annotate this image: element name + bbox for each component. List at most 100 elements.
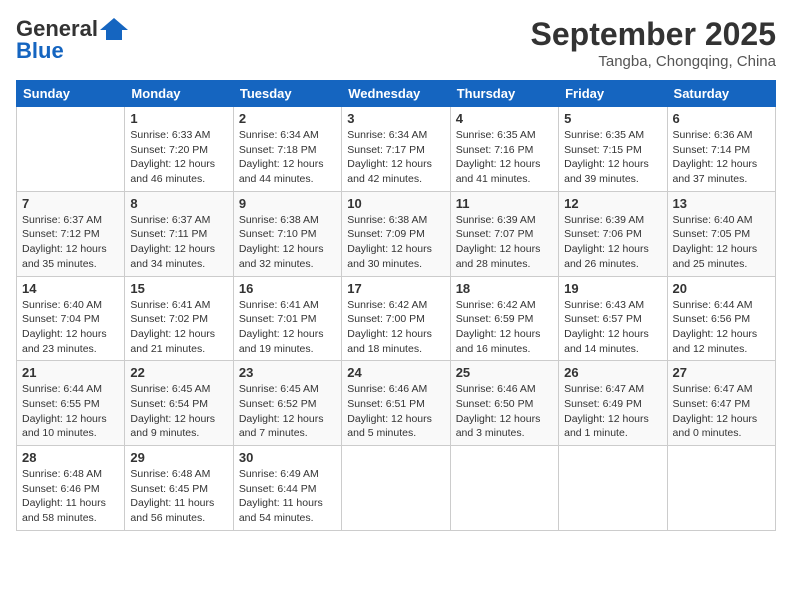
day-number: 11 <box>456 196 553 211</box>
calendar-cell: 19 Sunrise: 6:43 AMSunset: 6:57 PMDayligh… <box>559 276 667 361</box>
calendar-cell: 15 Sunrise: 6:41 AMSunset: 7:02 PMDayligh… <box>125 276 233 361</box>
day-info: Sunrise: 6:38 AMSunset: 7:10 PMDaylight:… <box>239 213 336 272</box>
day-info: Sunrise: 6:48 AMSunset: 6:45 PMDaylight:… <box>130 467 227 526</box>
logo-icon <box>100 18 128 40</box>
day-number: 15 <box>130 281 227 296</box>
day-info: Sunrise: 6:47 AMSunset: 6:49 PMDaylight:… <box>564 382 661 441</box>
day-number: 22 <box>130 365 227 380</box>
day-info: Sunrise: 6:40 AMSunset: 7:04 PMDaylight:… <box>22 298 119 357</box>
day-info: Sunrise: 6:37 AMSunset: 7:11 PMDaylight:… <box>130 213 227 272</box>
calendar-cell: 5Sunrise: 6:35 AMSunset: 7:15 PMDaylight… <box>559 107 667 192</box>
calendar-cell: 21 Sunrise: 6:44 AMSunset: 6:55 PMDayligh… <box>17 361 125 446</box>
day-info: Sunrise: 6:47 AMSunset: 6:47 PMDaylight:… <box>673 382 770 441</box>
day-of-week-header: Sunday <box>17 81 125 107</box>
calendar-cell: 28 Sunrise: 6:48 AMSunset: 6:46 PMDayligh… <box>17 446 125 531</box>
day-info: Sunrise: 6:44 AMSunset: 6:55 PMDaylight:… <box>22 382 119 441</box>
calendar-cell <box>17 107 125 192</box>
calendar-cell: 27 Sunrise: 6:47 AMSunset: 6:47 PMDayligh… <box>667 361 775 446</box>
calendar-cell: 2 Sunrise: 6:34 AMSunset: 7:18 PMDaylight… <box>233 107 341 192</box>
calendar-cell: 9 Sunrise: 6:38 AMSunset: 7:10 PMDaylight… <box>233 191 341 276</box>
day-number: 4 <box>456 111 553 126</box>
day-number: 30 <box>239 450 336 465</box>
calendar-cell: 3 Sunrise: 6:34 AMSunset: 7:17 PMDaylight… <box>342 107 450 192</box>
day-info: Sunrise: 6:46 AMSunset: 6:51 PMDaylight:… <box>347 382 444 441</box>
calendar-cell: 13 Sunrise: 6:40 AMSunset: 7:05 PMDayligh… <box>667 191 775 276</box>
day-number: 6 <box>673 111 770 126</box>
calendar-cell: 23 Sunrise: 6:45 AMSunset: 6:52 PMDayligh… <box>233 361 341 446</box>
day-info: Sunrise: 6:39 AMSunset: 7:07 PMDaylight:… <box>456 213 553 272</box>
day-number: 28 <box>22 450 119 465</box>
calendar-cell: 29 Sunrise: 6:48 AMSunset: 6:45 PMDayligh… <box>125 446 233 531</box>
calendar-cell: 12 Sunrise: 6:39 AMSunset: 7:06 PMDayligh… <box>559 191 667 276</box>
calendar-week-row: 21 Sunrise: 6:44 AMSunset: 6:55 PMDayligh… <box>17 361 776 446</box>
day-number: 26 <box>564 365 661 380</box>
day-info: Sunrise: 6:34 AMSunset: 7:18 PMDaylight:… <box>239 128 336 187</box>
calendar-cell: 11 Sunrise: 6:39 AMSunset: 7:07 PMDayligh… <box>450 191 558 276</box>
calendar-cell: 14 Sunrise: 6:40 AMSunset: 7:04 PMDayligh… <box>17 276 125 361</box>
calendar-cell: 24 Sunrise: 6:46 AMSunset: 6:51 PMDayligh… <box>342 361 450 446</box>
day-info: Sunrise: 6:49 AMSunset: 6:44 PMDaylight:… <box>239 467 336 526</box>
day-info: Sunrise: 6:40 AMSunset: 7:05 PMDaylight:… <box>673 213 770 272</box>
day-number: 13 <box>673 196 770 211</box>
calendar-week-row: 7Sunrise: 6:37 AMSunset: 7:12 PMDaylight… <box>17 191 776 276</box>
day-number: 17 <box>347 281 444 296</box>
day-number: 23 <box>239 365 336 380</box>
day-info: Sunrise: 6:35 AMSunset: 7:16 PMDaylight:… <box>456 128 553 187</box>
day-info: Sunrise: 6:34 AMSunset: 7:17 PMDaylight:… <box>347 128 444 187</box>
day-info: Sunrise: 6:39 AMSunset: 7:06 PMDaylight:… <box>564 213 661 272</box>
day-of-week-header: Friday <box>559 81 667 107</box>
calendar-cell <box>559 446 667 531</box>
day-number: 12 <box>564 196 661 211</box>
day-number: 3 <box>347 111 444 126</box>
day-number: 8 <box>130 196 227 211</box>
calendar-cell: 22 Sunrise: 6:45 AMSunset: 6:54 PMDayligh… <box>125 361 233 446</box>
day-info: Sunrise: 6:42 AMSunset: 6:59 PMDaylight:… <box>456 298 553 357</box>
day-number: 20 <box>673 281 770 296</box>
day-number: 7 <box>22 196 119 211</box>
month-title: September 2025 <box>531 16 776 53</box>
day-info: Sunrise: 6:48 AMSunset: 6:46 PMDaylight:… <box>22 467 119 526</box>
day-of-week-header: Monday <box>125 81 233 107</box>
calendar-header-row: SundayMondayTuesdayWednesdayThursdayFrid… <box>17 81 776 107</box>
day-number: 29 <box>130 450 227 465</box>
day-number: 5 <box>564 111 661 126</box>
day-info: Sunrise: 6:33 AMSunset: 7:20 PMDaylight:… <box>130 128 227 187</box>
day-number: 1 <box>130 111 227 126</box>
day-info: Sunrise: 6:45 AMSunset: 6:54 PMDaylight:… <box>130 382 227 441</box>
day-number: 21 <box>22 365 119 380</box>
calendar-cell: 8 Sunrise: 6:37 AMSunset: 7:11 PMDaylight… <box>125 191 233 276</box>
day-number: 14 <box>22 281 119 296</box>
logo: General Blue <box>16 16 128 64</box>
day-of-week-header: Saturday <box>667 81 775 107</box>
calendar-cell: 1 Sunrise: 6:33 AMSunset: 7:20 PMDaylight… <box>125 107 233 192</box>
day-info: Sunrise: 6:45 AMSunset: 6:52 PMDaylight:… <box>239 382 336 441</box>
calendar-cell: 16Sunrise: 6:41 AMSunset: 7:01 PMDayligh… <box>233 276 341 361</box>
calendar-cell: 30 Sunrise: 6:49 AMSunset: 6:44 PMDayligh… <box>233 446 341 531</box>
day-of-week-header: Thursday <box>450 81 558 107</box>
day-number: 2 <box>239 111 336 126</box>
day-info: Sunrise: 6:41 AMSunset: 7:02 PMDaylight:… <box>130 298 227 357</box>
day-info: Sunrise: 6:38 AMSunset: 7:09 PMDaylight:… <box>347 213 444 272</box>
day-number: 27 <box>673 365 770 380</box>
calendar-cell: 10Sunrise: 6:38 AMSunset: 7:09 PMDayligh… <box>342 191 450 276</box>
calendar-cell: 25 Sunrise: 6:46 AMSunset: 6:50 PMDayligh… <box>450 361 558 446</box>
day-info: Sunrise: 6:36 AMSunset: 7:14 PMDaylight:… <box>673 128 770 187</box>
calendar-cell <box>667 446 775 531</box>
calendar-cell: 6 Sunrise: 6:36 AMSunset: 7:14 PMDaylight… <box>667 107 775 192</box>
day-number: 24 <box>347 365 444 380</box>
day-number: 25 <box>456 365 553 380</box>
day-number: 16 <box>239 281 336 296</box>
calendar-cell: 17Sunrise: 6:42 AMSunset: 7:00 PMDayligh… <box>342 276 450 361</box>
calendar-cell: 7Sunrise: 6:37 AMSunset: 7:12 PMDaylight… <box>17 191 125 276</box>
calendar-cell <box>450 446 558 531</box>
location-title: Tangba, Chongqing, China <box>531 53 776 70</box>
day-of-week-header: Wednesday <box>342 81 450 107</box>
calendar-cell: 18Sunrise: 6:42 AMSunset: 6:59 PMDayligh… <box>450 276 558 361</box>
calendar-week-row: 14 Sunrise: 6:40 AMSunset: 7:04 PMDayligh… <box>17 276 776 361</box>
day-number: 9 <box>239 196 336 211</box>
day-of-week-header: Tuesday <box>233 81 341 107</box>
day-info: Sunrise: 6:43 AMSunset: 6:57 PMDaylight:… <box>564 298 661 357</box>
day-info: Sunrise: 6:46 AMSunset: 6:50 PMDaylight:… <box>456 382 553 441</box>
day-number: 19 <box>564 281 661 296</box>
calendar-table: SundayMondayTuesdayWednesdayThursdayFrid… <box>16 80 776 531</box>
